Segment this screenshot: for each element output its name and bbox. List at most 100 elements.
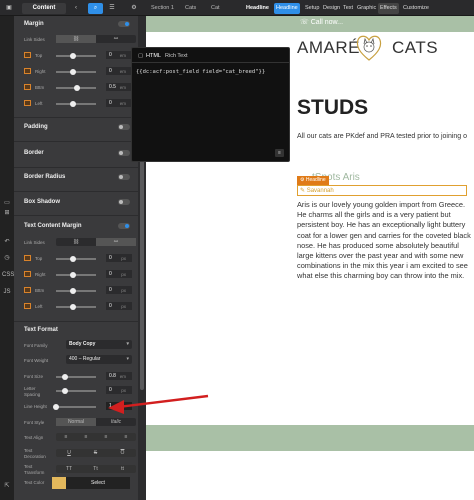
uppercase-icon[interactable]: TT [56, 465, 82, 473]
undo-icon[interactable]: ↶ [2, 238, 12, 245]
margin-right-slider[interactable] [56, 69, 96, 75]
text-align-segment[interactable]: ≡ ≡ ≡ ≡ [56, 433, 136, 441]
tcm-right-label: Right [35, 272, 46, 277]
font-style-normal[interactable]: Normal [56, 418, 96, 426]
lowercase-icon[interactable]: tt [109, 465, 136, 473]
font-weight-select[interactable]: 400 – Regular [66, 355, 132, 364]
tab-setup[interactable]: Setup [303, 3, 321, 14]
tcm-left-label: Left [35, 304, 43, 309]
align-left-icon[interactable]: ≡ [56, 433, 76, 441]
align-center-icon[interactable]: ≡ [76, 433, 96, 441]
annotation-arrow-icon [108, 394, 209, 414]
history-icon[interactable]: ◷ [2, 254, 12, 261]
letter-spacing-slider[interactable] [56, 388, 96, 394]
tcm-left-slider[interactable] [56, 304, 96, 310]
align-justify-icon[interactable]: ≡ [116, 433, 136, 441]
color-select-button[interactable]: Select [66, 477, 130, 489]
text-decoration-segment[interactable]: U S O [56, 449, 136, 457]
tab-rich-text[interactable]: Rich Text [165, 53, 188, 59]
tab-effects[interactable]: Effects [378, 3, 399, 14]
box-shadow-toggle[interactable] [118, 199, 130, 205]
overline-icon[interactable]: O [109, 449, 136, 457]
breadcrumb-headline[interactable]: Headline [246, 3, 269, 14]
headline-element-badge[interactable]: ⚙ Headline [297, 176, 329, 185]
tab-headline[interactable]: Headline [274, 3, 300, 14]
tcm-top-slider[interactable] [56, 256, 96, 262]
gear-icon[interactable]: ⚙ [128, 3, 140, 14]
text-transform-segment[interactable]: TT Tt tt [56, 465, 136, 473]
text-color-swatch[interactable] [52, 477, 66, 489]
panel-toggle-icon[interactable]: ▣ [4, 3, 14, 14]
tab-design[interactable]: Design [321, 3, 342, 14]
breadcrumb-cat[interactable]: Cat [211, 3, 220, 14]
text-color-label: Text Color [24, 480, 45, 485]
margin-left-unit[interactable]: em [120, 101, 126, 106]
link-sides-segment[interactable]: ⛓ ⚯ [56, 35, 136, 43]
margin-toggle[interactable] [118, 21, 130, 27]
font-family-label: Font Family [24, 343, 48, 348]
tcm-left-input[interactable]: 0 [106, 302, 132, 310]
tab-graphic[interactable]: Graphic [355, 3, 378, 14]
tab-content[interactable]: Content [22, 3, 66, 14]
pencil-icon: ✎ [300, 188, 307, 194]
tcm-bottom-input[interactable]: 0 [106, 286, 132, 294]
unlink-icon[interactable]: ⚯ [96, 238, 136, 246]
font-size-label: Font Size [24, 374, 44, 379]
align-right-icon[interactable]: ≡ [96, 433, 116, 441]
margin-left-slider[interactable] [56, 101, 96, 107]
search-icon[interactable]: ⌕ [88, 3, 103, 14]
font-size-slider[interactable] [56, 374, 96, 380]
tab-html[interactable]: HTML [146, 53, 161, 59]
margin-top-unit[interactable]: em [120, 53, 126, 58]
tcm-top-input[interactable]: 0 [106, 254, 132, 262]
text-content-margin-title: Text Content Margin [24, 223, 82, 229]
call-now-link[interactable]: ☏ Call now... [300, 18, 343, 26]
tcm-bottom-unit[interactable]: px [121, 288, 126, 293]
tab-customize[interactable]: Customize [401, 3, 431, 14]
breadcrumb-cats[interactable]: Cats [185, 3, 196, 14]
underline-icon[interactable]: U [56, 449, 82, 457]
structure-icon[interactable]: ⊞ [2, 209, 12, 216]
link-sides-segment[interactable]: ⛓ ⚯ [56, 238, 136, 246]
margin-bottom-slider[interactable] [56, 85, 96, 91]
divider [14, 117, 138, 118]
divider [14, 215, 138, 216]
margin-right-unit[interactable]: em [120, 69, 126, 74]
tcm-left-unit[interactable]: px [121, 304, 126, 309]
selected-breed-element[interactable]: ✎ Savannah [297, 185, 467, 196]
tcm-right-unit[interactable]: px [121, 272, 126, 277]
cat-heart-logo-icon [356, 35, 382, 61]
device-icon[interactable]: ▭ [2, 199, 12, 206]
border-toggle[interactable] [118, 150, 130, 156]
tcm-top-unit[interactable]: px [121, 256, 126, 261]
layers-icon[interactable]: ☰ [106, 3, 118, 14]
js-button[interactable]: JS [2, 289, 12, 295]
tcm-right-input[interactable]: 0 [106, 270, 132, 278]
link-icon[interactable]: ⛓ [56, 35, 96, 43]
link-icon[interactable]: ⛓ [56, 238, 96, 246]
line-height-slider[interactable] [53, 404, 96, 410]
margin-title: Margin [24, 21, 44, 27]
tcm-right-slider[interactable] [56, 272, 96, 278]
margin-top-slider[interactable] [56, 53, 96, 59]
link-sides-label: Link Sides [24, 37, 45, 42]
code-editor[interactable]: {{dc:acf:post_field field="cat_breed"}} [136, 69, 265, 75]
text-content-margin-toggle[interactable] [118, 223, 130, 229]
unlink-icon[interactable]: ⚯ [96, 35, 136, 43]
strikethrough-icon[interactable]: S [82, 449, 109, 457]
tab-text[interactable]: Text [341, 3, 355, 14]
border-radius-toggle[interactable] [118, 174, 130, 180]
font-size-unit[interactable]: em [120, 374, 126, 379]
font-family-select[interactable]: Body Copy [66, 340, 132, 349]
margin-left-icon [24, 100, 31, 106]
css-button[interactable]: CSS [2, 272, 14, 278]
capitalize-icon[interactable]: Tt [82, 465, 109, 473]
breadcrumb-section[interactable]: Section 1 [151, 3, 174, 14]
tcm-right-icon [24, 271, 31, 277]
chevron-left-icon[interactable]: ‹ [70, 3, 82, 14]
padding-toggle[interactable] [118, 124, 130, 130]
tcm-bottom-slider[interactable] [56, 288, 96, 294]
margin-bottom-unit[interactable]: em [120, 85, 126, 90]
expand-editor-icon[interactable]: ≡ [275, 149, 284, 157]
exit-icon[interactable]: ⇱ [2, 482, 12, 489]
